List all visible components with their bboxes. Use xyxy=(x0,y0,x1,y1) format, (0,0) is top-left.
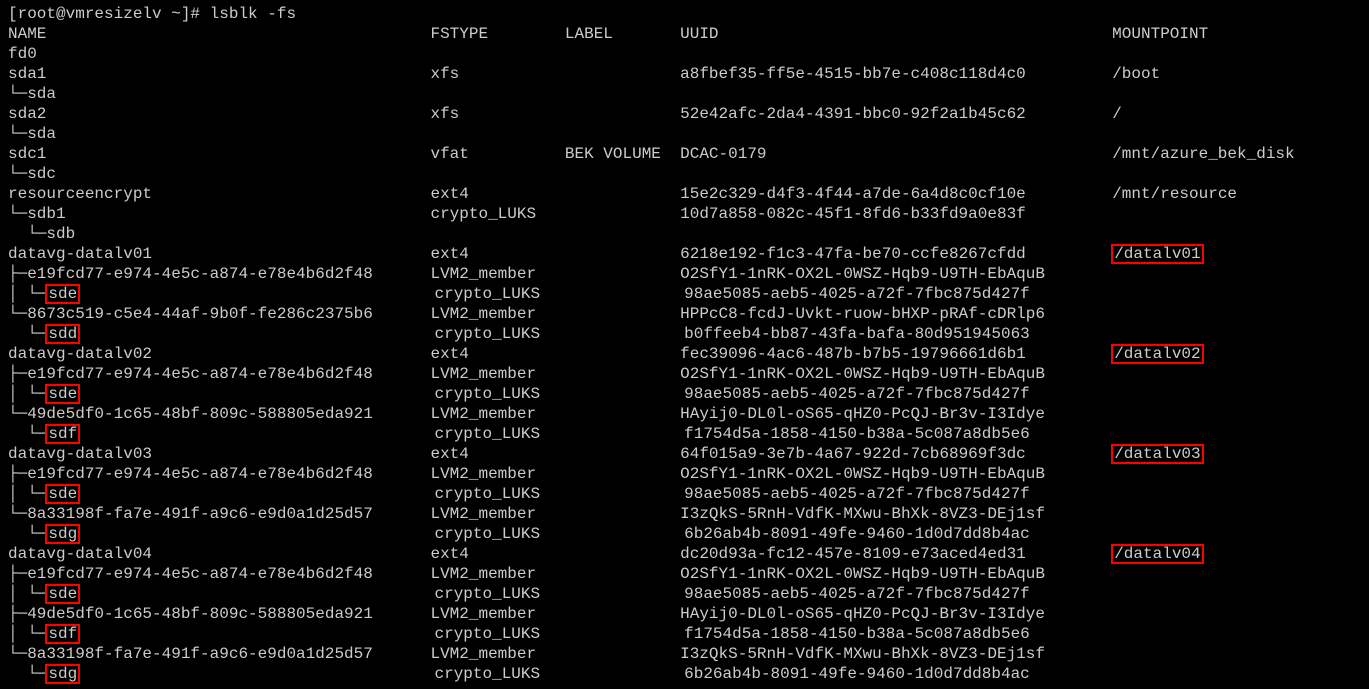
lsblk-row: └─8a33198f-fa7e-491f-a9c6-e9d0a1d25d57 L… xyxy=(8,504,1361,524)
device-tree: │ └─ xyxy=(8,385,46,403)
device-tree: datavg-datalv04 xyxy=(8,545,152,563)
lsblk-row: ├─e19fcd77-e974-4e5c-a874-e78e4b6d2f48 L… xyxy=(8,364,1361,384)
device-tree: └─49de5df0-1c65-48bf-809c-588805eda921 xyxy=(8,405,373,423)
device-name-highlight: sde xyxy=(46,585,79,603)
device-tree: │ └─ xyxy=(8,625,46,643)
lsblk-row: ├─49de5df0-1c65-48bf-809c-588805eda921 L… xyxy=(8,604,1361,624)
lsblk-row: └─8a33198f-fa7e-491f-a9c6-e9d0a1d25d57 L… xyxy=(8,644,1361,664)
device-tree: └─sda xyxy=(8,85,56,103)
device-tree: resourceencrypt xyxy=(8,185,152,203)
lsblk-row: datavg-datalv04 ext4 dc20d93a-fc12-457e-… xyxy=(8,544,1361,564)
device-tree: └─8a33198f-fa7e-491f-a9c6-e9d0a1d25d57 xyxy=(8,645,373,663)
device-tree: └─8673c519-c5e4-44af-9b0f-fe286c2375b6 xyxy=(8,305,373,323)
lsblk-row: └─sdf crypto_LUKS f1754d5a-1858-4150-b38… xyxy=(8,424,1361,444)
mountpoint: /mnt/azure_bek_disk xyxy=(1112,145,1294,163)
device-tree: └─sdb1 xyxy=(8,205,66,223)
device-tree: fd0 xyxy=(8,45,37,63)
mountpoint: /datalv03 xyxy=(1112,445,1202,463)
lsblk-row: ├─e19fcd77-e974-4e5c-a874-e78e4b6d2f48 L… xyxy=(8,464,1361,484)
device-tree: sda1 xyxy=(8,65,46,83)
lsblk-row: └─8673c519-c5e4-44af-9b0f-fe286c2375b6 L… xyxy=(8,304,1361,324)
device-tree: datavg-datalv01 xyxy=(8,245,152,263)
lsblk-row: └─sda xyxy=(8,84,1361,104)
terminal-output: [root@vmresizelv ~]# lsblk -fs NAME FSTY… xyxy=(0,0,1369,688)
lsblk-row: └─sdc xyxy=(8,164,1361,184)
device-tree: ├─e19fcd77-e974-4e5c-a874-e78e4b6d2f48 xyxy=(8,365,373,383)
device-tree: ├─e19fcd77-e974-4e5c-a874-e78e4b6d2f48 xyxy=(8,565,373,583)
device-name-highlight: sdf xyxy=(46,625,79,643)
device-tree: └─ xyxy=(8,525,46,543)
device-tree: ├─e19fcd77-e974-4e5c-a874-e78e4b6d2f48 xyxy=(8,265,373,283)
device-name-highlight: sde xyxy=(46,485,79,503)
mountpoint: /boot xyxy=(1112,65,1160,83)
device-tree: ├─e19fcd77-e974-4e5c-a874-e78e4b6d2f48 xyxy=(8,465,373,483)
lsblk-row: sda2 xfs 52e42afc-2da4-4391-bbc0-92f2a1b… xyxy=(8,104,1361,124)
lsblk-row: ├─e19fcd77-e974-4e5c-a874-e78e4b6d2f48 L… xyxy=(8,564,1361,584)
mountpoint: /datalv04 xyxy=(1112,545,1202,563)
device-tree: └─ xyxy=(8,665,46,683)
device-name-highlight: sde xyxy=(46,285,79,303)
mountpoint: / xyxy=(1112,105,1122,123)
lsblk-row: datavg-datalv03 ext4 64f015a9-3e7b-4a67-… xyxy=(8,444,1361,464)
device-tree: │ └─ xyxy=(8,585,46,603)
shell-prompt: [root@vmresizelv ~]# lsblk -fs xyxy=(8,4,1361,24)
device-tree: └─8a33198f-fa7e-491f-a9c6-e9d0a1d25d57 xyxy=(8,505,373,523)
lsblk-row: │ └─sde crypto_LUKS 98ae5085-aeb5-4025-a… xyxy=(8,384,1361,404)
device-tree: sdc1 xyxy=(8,145,46,163)
lsblk-row: └─sdb1 crypto_LUKS 10d7a858-082c-45f1-8f… xyxy=(8,204,1361,224)
device-tree: sda2 xyxy=(8,105,46,123)
device-name-highlight: sdg xyxy=(46,525,79,543)
device-tree: └─sdc xyxy=(8,165,56,183)
device-tree: └─ xyxy=(8,325,46,343)
lsblk-row: sdc1 vfat BEK VOLUME DCAC-0179 /mnt/azur… xyxy=(8,144,1361,164)
mountpoint: /mnt/resource xyxy=(1112,185,1237,203)
device-name-highlight: sde xyxy=(46,385,79,403)
lsblk-row: fd0 xyxy=(8,44,1361,64)
lsblk-row: │ └─sde crypto_LUKS 98ae5085-aeb5-4025-a… xyxy=(8,484,1361,504)
device-name-highlight: sdg xyxy=(46,665,79,683)
lsblk-row: │ └─sde crypto_LUKS 98ae5085-aeb5-4025-a… xyxy=(8,584,1361,604)
device-name-highlight: sdf xyxy=(46,425,79,443)
lsblk-row: sda1 xfs a8fbef35-ff5e-4515-bb7e-c408c11… xyxy=(8,64,1361,84)
lsblk-row: datavg-datalv02 ext4 fec39096-4ac6-487b-… xyxy=(8,344,1361,364)
lsblk-row: └─sdg crypto_LUKS 6b26ab4b-8091-49fe-946… xyxy=(8,664,1361,684)
lsblk-row: └─sdb xyxy=(8,224,1361,244)
device-tree: ├─49de5df0-1c65-48bf-809c-588805eda921 xyxy=(8,605,373,623)
lsblk-row: datavg-datalv01 ext4 6218e192-f1c3-47fa-… xyxy=(8,244,1361,264)
lsblk-row: │ └─sdf crypto_LUKS f1754d5a-1858-4150-b… xyxy=(8,624,1361,644)
lsblk-row: ├─e19fcd77-e974-4e5c-a874-e78e4b6d2f48 L… xyxy=(8,264,1361,284)
device-tree: datavg-datalv02 xyxy=(8,345,152,363)
lsblk-row: resourceencrypt ext4 15e2c329-d4f3-4f44-… xyxy=(8,184,1361,204)
lsblk-row: └─sdd crypto_LUKS b0ffeeb4-bb87-43fa-baf… xyxy=(8,324,1361,344)
device-name-highlight: sdd xyxy=(46,325,79,343)
device-tree: │ └─ xyxy=(8,285,46,303)
device-tree: └─sdb xyxy=(8,225,75,243)
lsblk-row: └─sdg crypto_LUKS 6b26ab4b-8091-49fe-946… xyxy=(8,524,1361,544)
device-tree: datavg-datalv03 xyxy=(8,445,152,463)
lsblk-header: NAME FSTYPE LABEL UUID MOUNTPOINT xyxy=(8,24,1361,44)
lsblk-row: └─49de5df0-1c65-48bf-809c-588805eda921 L… xyxy=(8,404,1361,424)
lsblk-row: │ └─sde crypto_LUKS 98ae5085-aeb5-4025-a… xyxy=(8,284,1361,304)
device-tree: └─ xyxy=(8,425,46,443)
lsblk-row: └─sda xyxy=(8,124,1361,144)
mountpoint: /datalv01 xyxy=(1112,245,1202,263)
device-tree: └─sda xyxy=(8,125,56,143)
device-tree: │ └─ xyxy=(8,485,46,503)
mountpoint: /datalv02 xyxy=(1112,345,1202,363)
lsblk-rows: fd0 sda1 xfs a8fbef35-ff5e-4 xyxy=(8,44,1361,684)
